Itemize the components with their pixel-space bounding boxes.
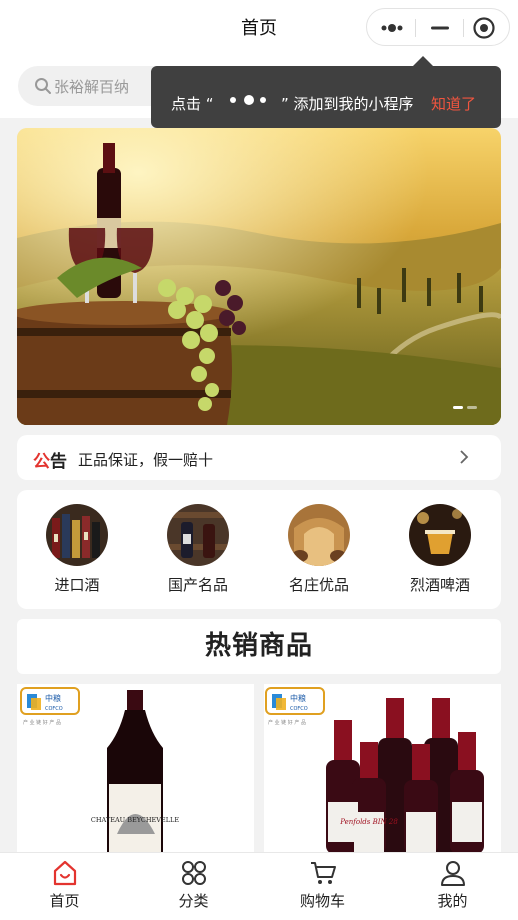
- category-label: 国产名品: [167, 576, 228, 594]
- category-chateau-selection[interactable]: 名庄优品: [264, 504, 374, 595]
- home-icon: [53, 860, 76, 886]
- bottle-label-text: Penfolds BIN 28: [339, 818, 398, 826]
- notice-label-accent: 公: [33, 452, 50, 472]
- category-grid: 进口酒 国产名品 名庄优品 烈酒啤酒: [17, 490, 501, 609]
- notice-label-rest: 告: [50, 452, 67, 472]
- notice-text: 正品保证，假一赔十: [78, 451, 214, 469]
- cart-icon: [310, 862, 336, 884]
- tab-label: 我的: [437, 892, 468, 910]
- capsule-divider: [463, 19, 464, 37]
- banner-carousel[interactable]: [17, 128, 501, 425]
- category-spirits-beer[interactable]: 烈酒啤酒: [385, 504, 495, 595]
- product-card[interactable]: 中粮 COFCO 产 业 链 好 产 品 Penfolds BIN 28: [264, 684, 501, 854]
- close-miniprogram-icon[interactable]: [472, 16, 496, 40]
- brand-badge-text: 中粮: [290, 693, 306, 703]
- bottom-tab-bar: 首页 分类 购物车 我的: [0, 852, 518, 920]
- tab-profile[interactable]: 我的: [388, 859, 517, 911]
- category-image: [288, 504, 350, 566]
- search-icon: [35, 78, 51, 94]
- tooltip-prefix: 点击 “: [171, 95, 214, 113]
- product-image: 中粮 COFCO 产 业 链 好 产 品 CHATEAU BEYCHEVELLE: [17, 684, 254, 854]
- carousel-dot: [467, 406, 477, 409]
- search-placeholder: 张裕解百纳: [54, 78, 130, 96]
- hot-products-header: 热销商品: [17, 619, 501, 674]
- notice-label: 公告: [33, 447, 67, 472]
- tab-cart[interactable]: 购物车: [258, 859, 387, 911]
- tab-label: 首页: [49, 892, 80, 910]
- more-dots-icon: [230, 95, 266, 105]
- more-icon[interactable]: [379, 19, 405, 37]
- product-card[interactable]: 中粮 COFCO 产 业 链 好 产 品 CHATEAU BEYCHEVELLE: [17, 684, 254, 854]
- section-title: 热销商品: [204, 631, 313, 661]
- user-icon: [440, 861, 465, 886]
- tooltip-suffix: ” 添加到我的小程序: [281, 95, 414, 113]
- category-label: 烈酒啤酒: [409, 576, 470, 594]
- svg-text:产 业 链 好 产 品: 产 业 链 好 产 品: [268, 719, 306, 726]
- category-icon: [181, 861, 206, 885]
- minimize-icon[interactable]: [427, 19, 453, 37]
- chevron-right-icon: [460, 450, 469, 464]
- category-label: 进口酒: [54, 576, 100, 594]
- product-image: 中粮 COFCO 产 业 链 好 产 品 Penfolds BIN 28: [264, 684, 501, 854]
- notice-bar[interactable]: 公告 正品保证，假一赔十: [17, 435, 501, 480]
- category-domestic-brands[interactable]: 国产名品: [143, 504, 253, 595]
- miniprogram-capsule: [366, 8, 510, 46]
- category-image: [167, 504, 229, 566]
- tab-label: 分类: [178, 892, 209, 910]
- banner-image: [17, 128, 501, 425]
- svg-text:产 业 链 好 产 品: 产 业 链 好 产 品: [23, 719, 61, 726]
- capsule-divider: [415, 19, 416, 37]
- tab-home[interactable]: 首页: [0, 859, 129, 911]
- brand-badge: 中粮 COFCO: [265, 687, 325, 715]
- category-label: 名庄优品: [288, 576, 349, 594]
- tab-category[interactable]: 分类: [129, 859, 258, 911]
- tab-label: 购物车: [299, 892, 345, 910]
- brand-badge: 中粮 COFCO: [20, 687, 80, 715]
- category-image: [409, 504, 471, 566]
- add-to-miniprogram-tooltip: 点击 “ ” 添加到我的小程序 知道了: [151, 56, 501, 128]
- category-image: [46, 504, 108, 566]
- svg-text:COFCO: COFCO: [45, 706, 63, 712]
- carousel-dot-active: [453, 406, 463, 409]
- bottle-label-text: CHATEAU BEYCHEVELLE: [91, 816, 179, 824]
- svg-text:COFCO: COFCO: [290, 706, 308, 712]
- carousel-indicator: [449, 394, 477, 413]
- category-imported-wine[interactable]: 进口酒: [22, 504, 132, 595]
- tooltip-dismiss-button[interactable]: 知道了: [431, 93, 476, 114]
- navigation-bar: 首页: [0, 0, 518, 56]
- brand-badge-text: 中粮: [45, 693, 61, 703]
